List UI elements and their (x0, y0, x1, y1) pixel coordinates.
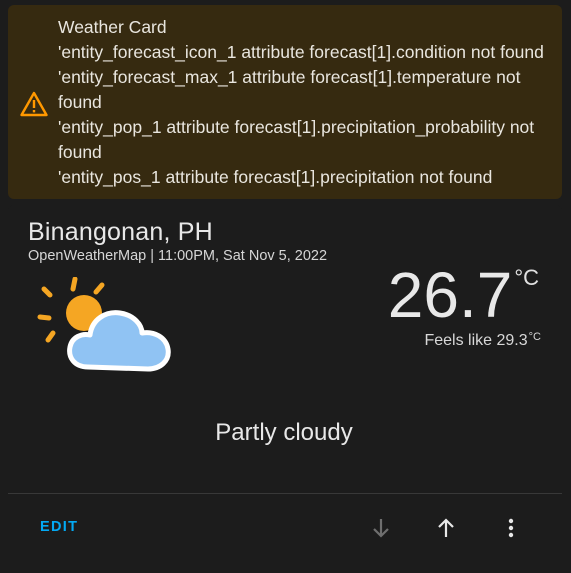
feels-like: Feels like 29.3°C (424, 331, 541, 350)
temperature-display: 26.7 °C (388, 257, 539, 333)
temperature-unit: °C (514, 265, 539, 290)
warning-line: 'entity_forecast_max_1 attribute forecas… (58, 67, 521, 112)
edit-button[interactable]: EDIT (40, 519, 78, 535)
warning-card: Weather Card 'entity_forecast_icon_1 att… (8, 5, 562, 199)
warning-line: 'entity_forecast_icon_1 attribute foreca… (58, 42, 544, 62)
card-actions: EDIT (8, 494, 562, 563)
arrow-up-icon[interactable] (434, 516, 458, 540)
warning-line: 'entity_pop_1 attribute forecast[1].prec… (58, 117, 535, 162)
arrow-down-icon[interactable] (369, 516, 393, 540)
location-title: Binangonan, PH (28, 218, 213, 246)
warning-triangle-icon (20, 91, 48, 117)
provider-timestamp: OpenWeatherMap | 11:00PM, Sat Nov 5, 202… (28, 248, 328, 264)
partly-cloudy-icon (37, 277, 171, 372)
condition-label: Partly cloudy (215, 419, 353, 446)
weather-card: Binangonan, PH OpenWeatherMap | 11:00PM,… (8, 205, 562, 563)
warning-message: Weather Card 'entity_forecast_icon_1 att… (58, 15, 553, 190)
feels-like-unit: °C (528, 331, 541, 343)
warning-title: Weather Card (58, 17, 167, 37)
warning-line: 'entity_pos_1 attribute forecast[1].prec… (58, 167, 493, 187)
temperature-value: 26.7 (387, 259, 513, 331)
more-vertical-icon[interactable] (499, 516, 523, 540)
feels-like-value: Feels like 29.3 (424, 332, 528, 349)
page-root: Weather Card 'entity_forecast_icon_1 att… (0, 0, 571, 573)
